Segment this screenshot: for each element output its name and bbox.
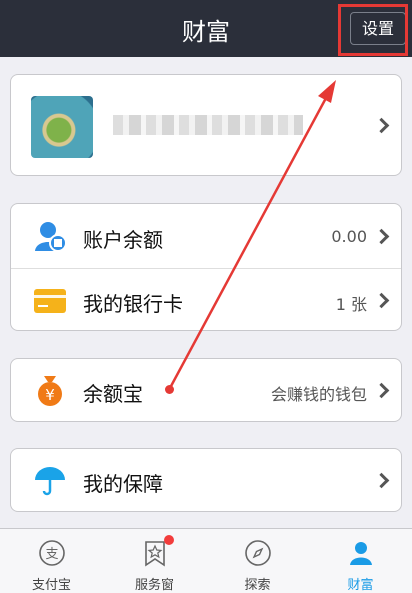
notification-badge xyxy=(164,535,174,545)
yuebao-subtitle: 会赚钱的钱包 xyxy=(270,385,367,404)
user-balance-icon xyxy=(35,222,67,252)
bank-card-icon xyxy=(34,289,66,313)
insurance-card[interactable]: 我的保障 xyxy=(10,448,402,512)
tab-explore[interactable]: 探索 xyxy=(206,529,309,593)
compass-icon xyxy=(245,540,271,566)
tab-service-window[interactable]: 服务窗 xyxy=(103,529,206,593)
chevron-right-icon xyxy=(373,472,390,489)
blurred-account-name xyxy=(113,115,303,135)
svg-text:支: 支 xyxy=(45,547,58,562)
yuebao-label: 余额宝 xyxy=(83,382,143,406)
yuebao-card[interactable]: ¥ 余额宝 会赚钱的钱包 xyxy=(10,358,402,422)
chevron-right-icon xyxy=(373,228,390,245)
account-card: 账户余额 0.00 我的银行卡 1 张 xyxy=(10,203,402,331)
balance-value: 0.00 xyxy=(331,227,367,246)
svg-text:¥: ¥ xyxy=(45,386,55,404)
balance-label: 账户余额 xyxy=(83,228,163,252)
bank-card-label: 我的银行卡 xyxy=(83,292,183,316)
tab-bar: 支 支付宝 服务窗 探索 财富 xyxy=(0,528,412,593)
tab-label: 财富 xyxy=(347,578,374,593)
money-bag-icon: ¥ xyxy=(38,376,62,406)
avatar xyxy=(31,96,93,158)
alipay-icon: 支 xyxy=(39,540,65,566)
bank-card-count: 1 张 xyxy=(335,295,367,314)
tab-wealth[interactable]: 财富 xyxy=(309,529,412,593)
tab-label: 服务窗 xyxy=(134,578,174,593)
bank-card-row[interactable]: 我的银行卡 1 张 xyxy=(11,268,401,330)
umbrella-icon xyxy=(35,467,65,496)
tab-label: 支付宝 xyxy=(31,578,71,593)
tab-label: 探索 xyxy=(244,578,271,593)
user-wealth-icon xyxy=(350,542,372,565)
settings-highlight-box xyxy=(338,4,408,56)
chevron-right-icon xyxy=(373,292,390,309)
chevron-right-icon xyxy=(373,382,390,399)
annotation-dot xyxy=(165,385,174,394)
tab-alipay[interactable]: 支 支付宝 xyxy=(0,529,103,593)
chevron-right-icon xyxy=(373,117,390,134)
insurance-label: 我的保障 xyxy=(83,472,163,496)
profile-card[interactable] xyxy=(10,74,402,176)
balance-row[interactable]: 账户余额 0.00 xyxy=(11,204,401,268)
